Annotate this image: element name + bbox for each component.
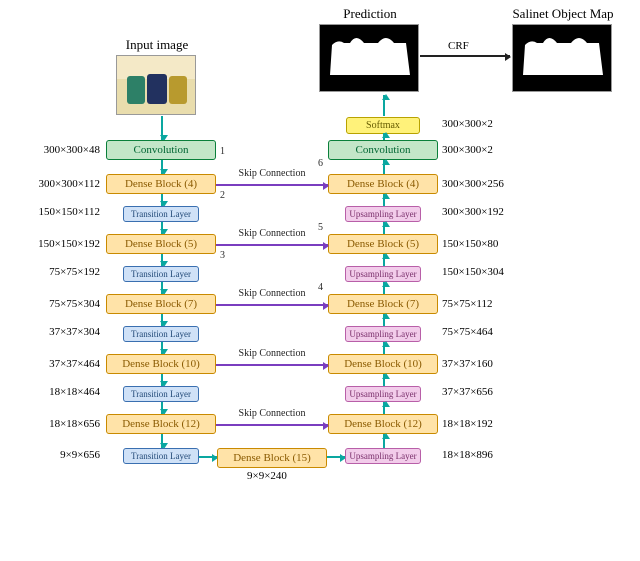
arrow-r-d10-u3 — [383, 342, 385, 354]
skip-d12-label: Skip Connection — [226, 408, 318, 419]
arrow-crf — [420, 55, 510, 57]
prediction-image — [319, 24, 419, 92]
arrow-l-d12-t5 — [161, 434, 163, 448]
dim-u1: 300×300×192 — [442, 206, 504, 218]
skip-d12 — [216, 424, 328, 426]
dim-u4: 37×37×656 — [442, 386, 493, 398]
block-dense7-left: Dense Block (7) — [106, 294, 216, 314]
block-trans2: Transition Layer — [123, 266, 199, 282]
skip-d5 — [216, 244, 328, 246]
skip-d4 — [216, 184, 328, 186]
arrow-r-u4-d10 — [383, 374, 385, 386]
arrow-softmax-pred — [383, 95, 385, 116]
block-conv-right: Convolution — [328, 140, 438, 160]
block-trans3: Transition Layer — [123, 326, 199, 342]
block-dense10-right: Dense Block (10) — [328, 354, 438, 374]
idx-2: 2 — [220, 190, 225, 201]
dim-d4-right: 300×300×256 — [442, 178, 504, 190]
arrow-conv-softmax — [383, 133, 385, 140]
block-dense12-right: Dense Block (12) — [328, 414, 438, 434]
block-trans5: Transition Layer — [123, 448, 199, 464]
block-trans4: Transition Layer — [123, 386, 199, 402]
block-dense4-right: Dense Block (4) — [328, 174, 438, 194]
skip-d7-label: Skip Connection — [226, 288, 318, 299]
arrow-l-d10-t4 — [161, 374, 163, 386]
arrow-r-d5-u1 — [383, 222, 385, 234]
arrow-d15-u5 — [327, 456, 345, 458]
arrow-l-t4-d12 — [161, 402, 163, 414]
block-trans1: Transition Layer — [123, 206, 199, 222]
arrow-input-conv — [161, 116, 163, 140]
arrow-r-u2-d5 — [383, 254, 385, 266]
arrow-r-u1-d4 — [383, 194, 385, 206]
dim-softmax: 300×300×2 — [442, 118, 493, 130]
skip-d10-label: Skip Connection — [226, 348, 318, 359]
label-input-image: Input image — [112, 37, 202, 53]
dim-d5-left: 150×150×192 — [0, 238, 100, 250]
arrow-l-d5-t2 — [161, 254, 163, 266]
arrow-t5-d15 — [199, 456, 217, 458]
dim-d12-right: 18×18×192 — [442, 418, 493, 430]
dim-d7-left: 75×75×304 — [0, 298, 100, 310]
block-dense5-right: Dense Block (5) — [328, 234, 438, 254]
arrow-l-t1-d5 — [161, 222, 163, 234]
dim-d5-right: 150×150×80 — [442, 238, 498, 250]
dim-d10-right: 37×37×160 — [442, 358, 493, 370]
dim-d12-left: 18×18×656 — [0, 418, 100, 430]
arrow-l-t2-d7 — [161, 282, 163, 294]
block-ups4: Upsampling Layer — [345, 386, 421, 402]
idx-5: 5 — [318, 222, 323, 233]
idx-6: 6 — [318, 158, 323, 169]
dim-u2: 150×150×304 — [442, 266, 504, 278]
idx-3: 3 — [220, 250, 225, 261]
dim-d4-left: 300×300×112 — [0, 178, 100, 190]
arrow-l-t3-d10 — [161, 342, 163, 354]
arrow-r-u5-d12 — [383, 434, 385, 448]
dim-u5: 18×18×896 — [442, 449, 493, 461]
dim-conv-left: 300×300×48 — [0, 144, 100, 156]
skip-d10 — [216, 364, 328, 366]
skip-d5-label: Skip Connection — [226, 228, 318, 239]
dim-conv-right: 300×300×2 — [442, 144, 493, 156]
arrow-r-d7-u2 — [383, 282, 385, 294]
dim-t4: 18×18×464 — [0, 386, 100, 398]
dim-t3: 37×37×304 — [0, 326, 100, 338]
block-dense7-right: Dense Block (7) — [328, 294, 438, 314]
arrow-l-d4-t1 — [161, 194, 163, 206]
dim-t5: 9×9×656 — [0, 449, 100, 461]
block-dense5-left: Dense Block (5) — [106, 234, 216, 254]
block-dense4-left: Dense Block (4) — [106, 174, 216, 194]
block-ups5: Upsampling Layer — [345, 448, 421, 464]
salient-image — [512, 24, 612, 92]
arrow-l-conv-d4 — [161, 160, 163, 174]
skip-d4-label: Skip Connection — [226, 168, 318, 179]
arrow-r-u3-d7 — [383, 314, 385, 326]
dim-t2: 75×75×192 — [0, 266, 100, 278]
input-image — [116, 55, 196, 115]
label-crf: CRF — [448, 40, 469, 52]
arrow-r-d12-u4 — [383, 402, 385, 414]
dim-d7-right: 75×75×112 — [442, 298, 493, 310]
dim-t1: 150×150×112 — [0, 206, 100, 218]
block-ups3: Upsampling Layer — [345, 326, 421, 342]
dim-d10-left: 37×37×464 — [0, 358, 100, 370]
block-ups2: Upsampling Layer — [345, 266, 421, 282]
idx-4: 4 — [318, 282, 323, 293]
dim-u3: 75×75×464 — [442, 326, 493, 338]
skip-d7 — [216, 304, 328, 306]
arrow-r-d4-conv — [383, 160, 385, 174]
label-salient: Salinet Object Map — [498, 6, 628, 22]
block-dense15: Dense Block (15) — [217, 448, 327, 468]
block-ups1: Upsampling Layer — [345, 206, 421, 222]
block-conv-left: Convolution — [106, 140, 216, 160]
idx-1: 1 — [220, 146, 225, 157]
arrow-l-d7-t3 — [161, 314, 163, 326]
block-dense12-left: Dense Block (12) — [106, 414, 216, 434]
label-prediction: Prediction — [330, 6, 410, 22]
block-dense10-left: Dense Block (10) — [106, 354, 216, 374]
dim-d15: 9×9×240 — [247, 470, 287, 482]
